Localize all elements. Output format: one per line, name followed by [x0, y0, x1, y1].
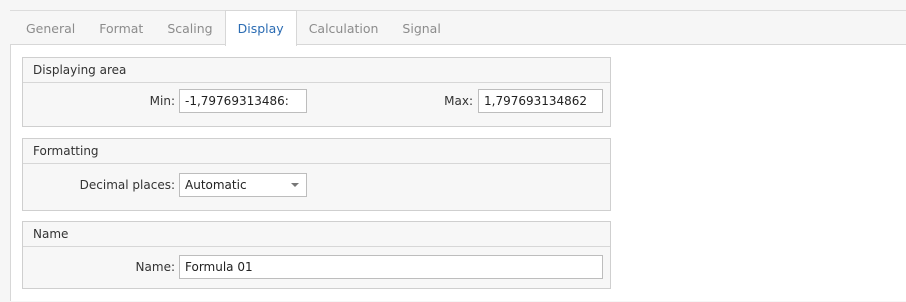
min-label: Min:: [149, 94, 175, 108]
name-label: Name:: [135, 260, 175, 274]
name-group: Name Name: Formula 01: [22, 221, 611, 289]
formatting-title: Formatting: [23, 139, 610, 164]
tab-display[interactable]: Display: [224, 10, 297, 46]
tab-scaling[interactable]: Scaling: [155, 11, 224, 45]
tab-calculation[interactable]: Calculation: [297, 11, 391, 45]
tab-signal[interactable]: Signal: [390, 11, 452, 45]
name-input[interactable]: Formula 01: [179, 255, 603, 279]
max-label: Max:: [444, 94, 473, 108]
displaying-area-title: Displaying area: [23, 58, 610, 83]
chevron-down-icon[interactable]: [291, 183, 299, 187]
min-input[interactable]: -1,79769313486:: [179, 89, 307, 113]
decimal-places-dropdown[interactable]: Automatic: [179, 173, 307, 197]
max-input[interactable]: 1,797693134862: [478, 89, 603, 113]
decimal-places-label: Decimal places:: [79, 178, 175, 192]
tab-general[interactable]: General: [14, 11, 87, 45]
display-tab-panel: Displaying area Min: -1,79769313486: Max…: [10, 44, 906, 301]
formatting-group: Formatting Decimal places: Automatic: [22, 138, 611, 211]
tab-bar: General Format Scaling Display Calculati…: [14, 10, 453, 46]
displaying-area-group: Displaying area Min: -1,79769313486: Max…: [22, 57, 611, 127]
decimal-places-value: Automatic: [185, 178, 247, 192]
name-group-title: Name: [23, 222, 610, 247]
tab-format[interactable]: Format: [87, 11, 155, 45]
